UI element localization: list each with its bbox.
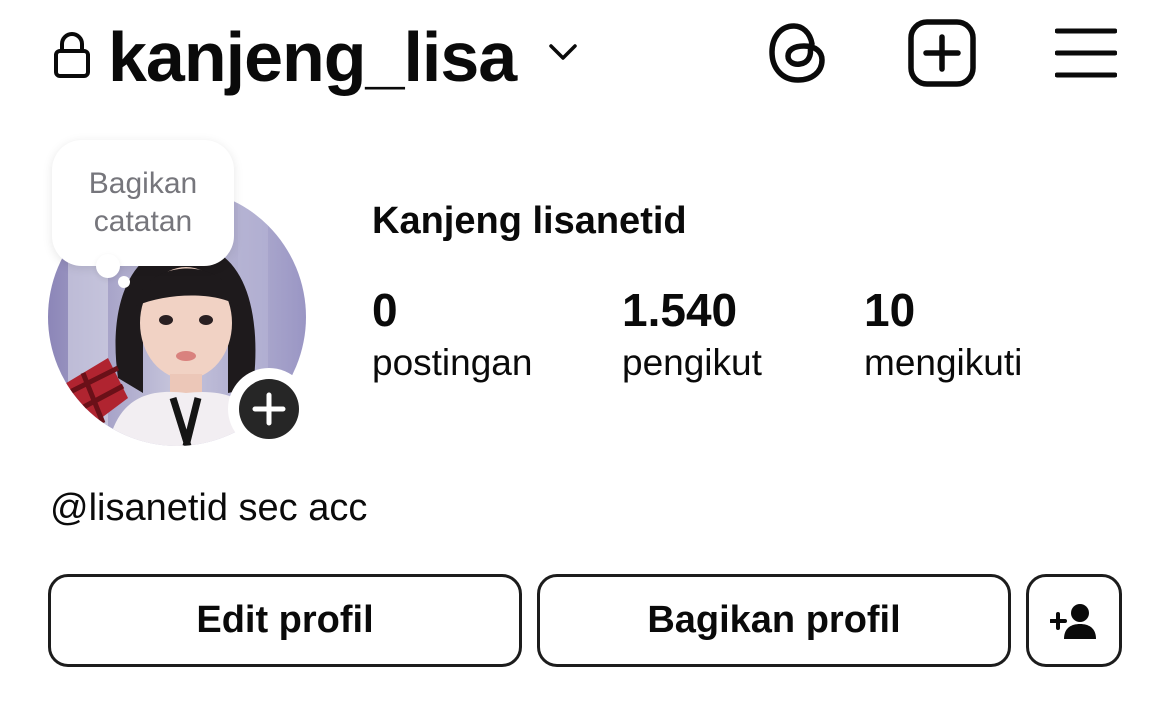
display-name: Kanjeng lisanetid (372, 200, 687, 242)
following-stat[interactable]: 10 mengikuti (864, 282, 1022, 386)
followers-count: 1.540 (622, 284, 738, 336)
note-line-2: catatan (93, 205, 193, 238)
following-label: mengikuti (864, 342, 1023, 383)
discover-people-button[interactable] (1026, 574, 1122, 667)
top-bar: kanjeng_lisa (0, 0, 1170, 118)
profile-bio: @lisanetid sec acc (50, 487, 368, 529)
posts-count: 0 (372, 284, 398, 336)
plus-icon (252, 392, 286, 426)
add-story-button[interactable] (228, 368, 310, 450)
followers-label: pengikut (622, 342, 762, 383)
edit-profile-button[interactable]: Edit profil (48, 574, 522, 667)
following-count: 10 (864, 284, 916, 336)
share-note-bubble[interactable]: Bagikan catatan (52, 140, 234, 266)
note-line-1: Bagikan (88, 167, 198, 200)
add-person-icon (1050, 603, 1096, 639)
posts-label: postingan (372, 342, 533, 383)
lock-icon (54, 32, 90, 78)
followers-stat[interactable]: 1.540 pengikut (622, 282, 762, 386)
username-title[interactable]: kanjeng_lisa (108, 12, 517, 102)
chevron-down-icon[interactable] (545, 38, 581, 66)
note-bubble-tail-large (96, 254, 120, 278)
plus-square-icon[interactable] (907, 18, 977, 88)
share-profile-button[interactable]: Bagikan profil (537, 574, 1011, 667)
hamburger-menu-icon[interactable] (1055, 26, 1117, 80)
threads-icon[interactable] (766, 18, 830, 86)
posts-stat[interactable]: 0 postingan (372, 282, 532, 386)
note-bubble-tail-small (118, 276, 130, 288)
